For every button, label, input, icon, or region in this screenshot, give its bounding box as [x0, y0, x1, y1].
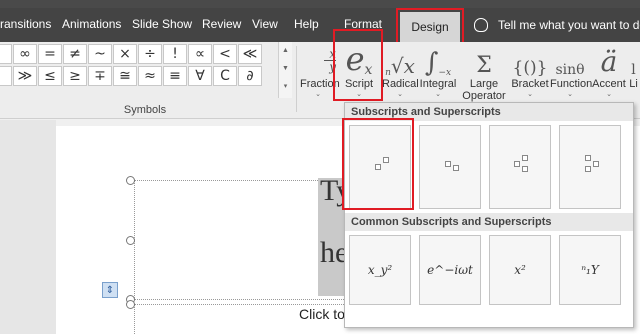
symbol-tilde[interactable]: ~: [88, 44, 112, 64]
expand-icon[interactable]: ▾: [279, 78, 292, 96]
limit-label: Li: [629, 78, 638, 90]
design-tab-highlight: [396, 8, 464, 45]
textbox-border: [130, 299, 344, 300]
tab-help[interactable]: Help: [294, 17, 319, 31]
chevron-down-icon: ⌄: [397, 91, 403, 98]
limit-icon: l: [631, 62, 636, 78]
symbol-complement[interactable]: C: [213, 66, 237, 86]
common-script-3[interactable]: x²: [489, 235, 551, 305]
symbol-not-equal[interactable]: ≠: [63, 44, 87, 64]
script-button-highlight: [333, 29, 383, 101]
accent-label: Accent: [592, 78, 626, 90]
chevron-down-icon: ⌄: [527, 91, 533, 98]
tell-me-search[interactable]: Tell me what you want to do: [474, 14, 640, 36]
symbol-partial[interactable]: ∂: [238, 66, 262, 86]
symbol-cell[interactable]: [0, 66, 12, 86]
ribbon-tab-bar: ransitions Animations Slide Show Review …: [0, 8, 640, 45]
radical-icon: n √ x: [385, 54, 415, 78]
tab-slide-show[interactable]: Slide Show: [132, 17, 192, 31]
section-header-common: Common Subscripts and Superscripts: [345, 213, 633, 231]
chevron-down-icon: ⌄: [435, 91, 441, 98]
lightbulb-icon: [474, 18, 488, 32]
title-bar: [0, 0, 640, 8]
template-highlight: [342, 118, 414, 210]
placeholder-box: [522, 166, 528, 172]
resize-handle[interactable]: [126, 300, 135, 309]
bracket-icon: {()}: [512, 58, 548, 78]
symbol-equals[interactable]: =: [38, 44, 62, 64]
common-script-4[interactable]: ⁿ₁Y: [559, 235, 621, 305]
symbols-group-label: Symbols: [123, 104, 167, 116]
tab-review[interactable]: Review: [202, 17, 241, 31]
symbols-scroll[interactable]: ▲ ▼ ▾: [278, 42, 292, 98]
slide-margin: [0, 120, 56, 334]
scroll-down-icon[interactable]: ▼: [279, 60, 292, 78]
symbol-proportional[interactable]: ∝: [188, 44, 212, 64]
placeholder-box: [585, 155, 591, 161]
placeholder-box: [522, 155, 528, 161]
function-icon: sinθ: [555, 62, 585, 78]
chevron-down-icon: ⌄: [315, 91, 321, 98]
placeholder-text[interactable]: Click to: [299, 306, 345, 322]
resize-handle[interactable]: [126, 236, 135, 245]
fraction-label: Fraction: [300, 78, 340, 90]
placeholder-border: [130, 304, 344, 305]
scroll-up-icon[interactable]: ▲: [279, 42, 292, 60]
placeholder-box: [445, 161, 451, 167]
function-label: Function: [550, 78, 593, 90]
tell-me-text: Tell me what you want to do: [498, 18, 640, 32]
symbol-factorial[interactable]: !: [163, 44, 187, 64]
placeholder-box: [453, 165, 459, 171]
tab-transitions[interactable]: ransitions: [0, 17, 51, 31]
placeholder-box: [593, 161, 599, 167]
chevron-down-icon: ⌄: [606, 91, 612, 98]
fraction-icon: xy: [300, 42, 336, 78]
left-sub-superscript-template[interactable]: [559, 125, 621, 209]
subscript-template[interactable]: [419, 125, 481, 209]
symbol-approx[interactable]: ≈: [138, 66, 162, 86]
symbol-infinity[interactable]: ∞: [13, 44, 37, 64]
symbol-times[interactable]: ×: [113, 44, 137, 64]
symbol-for-all[interactable]: ∀: [188, 66, 212, 86]
common-script-1[interactable]: x_y²: [349, 235, 411, 305]
symbol-less-than[interactable]: <: [213, 44, 237, 64]
radical-label: Radical: [382, 78, 419, 90]
layout-options-icon[interactable]: ⇕: [102, 282, 118, 298]
symbol-cell[interactable]: [0, 44, 12, 64]
resize-handle[interactable]: [126, 176, 135, 185]
placeholder-border: [134, 304, 135, 334]
ribbon-separator: [296, 46, 297, 112]
large-operator-label: Large: [469, 78, 499, 90]
symbol-less-equal[interactable]: ≤: [38, 66, 62, 86]
placeholder-box: [585, 166, 591, 172]
symbol-greater-equal[interactable]: ≥: [63, 66, 87, 86]
symbol-identical[interactable]: ≡: [163, 66, 187, 86]
integral-icon: ∫ −x: [424, 48, 452, 78]
sum-icon: Σ: [476, 53, 492, 78]
symbol-much-less[interactable]: ≪: [238, 44, 262, 64]
symbol-congruent[interactable]: ≅: [113, 66, 137, 86]
symbol-divide[interactable]: ÷: [138, 44, 162, 64]
large-operator-label-2: Operator: [462, 90, 506, 102]
bracket-label: Bracket: [511, 78, 549, 90]
symbol-minus-plus[interactable]: ∓: [88, 66, 112, 86]
tab-animations[interactable]: Animations: [62, 17, 121, 31]
common-script-2[interactable]: e^−iωt: [419, 235, 481, 305]
chevron-down-icon: ⌄: [567, 91, 573, 98]
integral-label: Integral: [419, 78, 457, 90]
symbol-much-greater[interactable]: ≫: [13, 66, 37, 86]
fraction-button[interactable]: xy Fraction ⌄: [300, 42, 340, 112]
sub-superscript-template[interactable]: [489, 125, 551, 209]
tab-view[interactable]: View: [252, 17, 278, 31]
placeholder-box: [514, 161, 520, 167]
textbox-border: [130, 180, 344, 181]
accent-icon: ä: [600, 45, 618, 78]
symbols-gallery: ∞ = ≠ ~ × ÷ ! ∝ < ≪ ≫ ≤ ≥ ∓ ≅ ≈ ≡ ∀ C ∂ …: [0, 42, 292, 98]
